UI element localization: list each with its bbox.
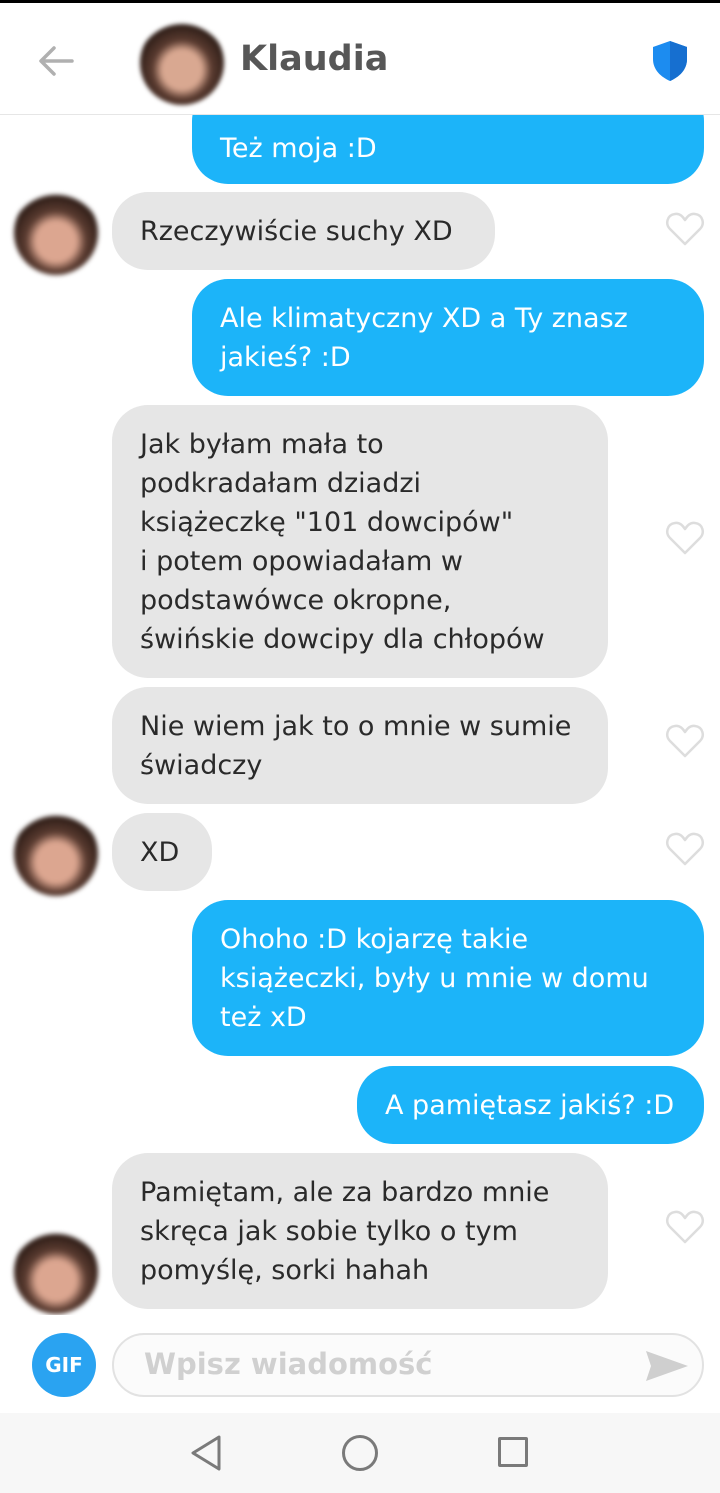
message-line: też xD: [220, 1001, 307, 1033]
received-message[interactable]: XD: [112, 813, 212, 891]
gif-button[interactable]: GIF: [32, 1333, 96, 1397]
message-line: Ale klimatyczny XD a Ty znasz: [220, 302, 628, 334]
send-arrow-icon[interactable]: [644, 1349, 690, 1383]
back-triangle-icon[interactable]: [188, 1433, 224, 1473]
message-line: podkradałam dziadzi: [140, 467, 422, 499]
android-nav-bar: [0, 1413, 720, 1493]
shield-icon[interactable]: [650, 39, 690, 83]
avatar[interactable]: [14, 191, 98, 275]
message-line: podstawówce okropne,: [140, 584, 452, 616]
message-text: Nie wiem jak to o mnie w sumie świadczy: [140, 707, 571, 785]
heart-icon[interactable]: [665, 211, 705, 247]
message-line: Jak byłam mała to: [140, 428, 384, 460]
message-line: książeczki, były u mnie w domu: [220, 962, 649, 994]
message-line: pomyślę, sorki hahah: [140, 1254, 430, 1286]
chat-header: Klaudia: [0, 3, 720, 115]
received-message[interactable]: Rzeczywiście suchy XD: [112, 192, 495, 270]
message-text: A pamiętasz jakiś? :D: [385, 1089, 675, 1121]
recents-square-icon[interactable]: [498, 1437, 528, 1467]
sent-message[interactable]: Ohoho :D kojarzę takie książeczki, były …: [192, 900, 704, 1056]
message-text: Ohoho :D kojarzę takie książeczki, były …: [220, 920, 649, 1037]
message-input-placeholder: Wpisz wiadomość: [144, 1347, 433, 1381]
message-line: książeczkę "101 dowcipów": [140, 506, 514, 538]
message-text: Pamiętam, ale za bardzo mnie skręca jak …: [140, 1173, 549, 1290]
message-text: Ale klimatyczny XD a Ty znasz jakieś? :D: [220, 299, 628, 377]
message-input[interactable]: Wpisz wiadomość: [112, 1333, 704, 1397]
sent-message[interactable]: Też moja :D: [192, 115, 704, 184]
received-message[interactable]: Pamiętam, ale za bardzo mnie skręca jak …: [112, 1153, 608, 1309]
contact-avatar[interactable]: [140, 21, 224, 105]
heart-icon[interactable]: [665, 831, 705, 867]
message-line: i potem opowiadałam w: [140, 545, 463, 577]
message-line: świadczy: [140, 749, 263, 781]
sent-message[interactable]: Ale klimatyczny XD a Ty znasz jakieś? :D: [192, 279, 704, 396]
message-text: Rzeczywiście suchy XD: [140, 215, 453, 247]
received-message[interactable]: Nie wiem jak to o mnie w sumie świadczy: [112, 687, 608, 804]
avatar[interactable]: [14, 1230, 98, 1314]
heart-icon[interactable]: [665, 723, 705, 759]
message-line: świńskie dowcipy dla chłopów: [140, 623, 545, 655]
home-circle-icon[interactable]: [342, 1435, 378, 1471]
message-composer: GIF Wpisz wiadomość: [0, 1315, 720, 1413]
contact-name[interactable]: Klaudia: [240, 39, 388, 79]
message-line: Pamiętam, ale za bardzo mnie: [140, 1176, 550, 1208]
message-list[interactable]: Też moja :D Rzeczywiście suchy XD Ale kl…: [0, 115, 720, 1315]
message-text: XD: [140, 836, 180, 868]
message-text: Jak byłam mała to podkradałam dziadzi ks…: [140, 425, 545, 659]
arrow-left-icon[interactable]: [34, 39, 78, 83]
received-message[interactable]: Jak byłam mała to podkradałam dziadzi ks…: [112, 405, 608, 678]
heart-icon[interactable]: [665, 520, 705, 556]
message-line: Ohoho :D kojarzę takie: [220, 923, 529, 955]
message-text: Też moja :D: [220, 133, 377, 164]
message-line: jakieś? :D: [220, 341, 351, 373]
sent-message[interactable]: A pamiętasz jakiś? :D: [357, 1066, 704, 1144]
message-line: Nie wiem jak to o mnie w sumie: [140, 710, 572, 742]
heart-icon[interactable]: [665, 1209, 705, 1245]
message-line: skręca jak sobie tylko o tym: [140, 1215, 518, 1247]
avatar[interactable]: [14, 812, 98, 896]
